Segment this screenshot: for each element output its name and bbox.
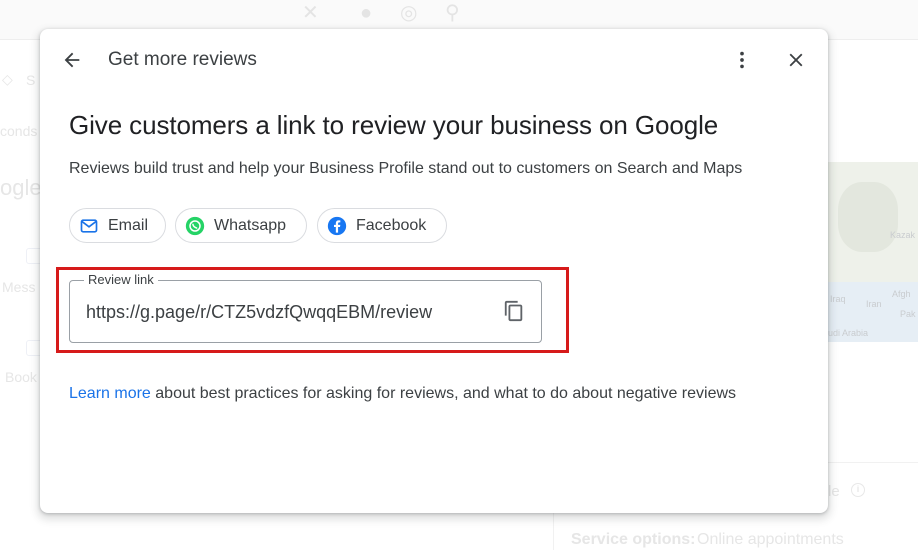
background-fragment: Mess <box>2 279 36 295</box>
background-fragment: le <box>828 483 840 500</box>
back-button[interactable] <box>56 44 88 76</box>
search-icon: ⚲ <box>445 2 460 24</box>
map-label: udi Arabia <box>828 328 869 338</box>
review-link-field: Review link <box>69 272 542 343</box>
mail-icon <box>79 216 99 236</box>
review-link-label: Review link <box>84 272 158 288</box>
background-fragment: conds <box>0 123 38 139</box>
background-map: Kazak Iraq Iran Afgh Pak udi Arabia <box>828 162 918 342</box>
copy-icon <box>504 300 523 322</box>
close-icon <box>789 53 803 67</box>
whatsapp-icon <box>185 216 205 236</box>
email-share-label: Email <box>108 216 149 234</box>
arrow-back-icon <box>64 52 80 68</box>
whatsapp-share-button[interactable]: Whatsapp <box>175 208 307 243</box>
map-label: Pak <box>900 309 916 319</box>
map-label: Afgh <box>892 289 911 299</box>
close-button[interactable] <box>780 44 812 76</box>
dialog-headline: Give customers a link to review your bus… <box>69 110 719 140</box>
review-link-input[interactable] <box>86 300 486 324</box>
facebook-share-label: Facebook <box>356 216 427 234</box>
service-options-label: Service options: <box>571 531 696 548</box>
background-fragment: S <box>26 72 36 88</box>
info-icon: i <box>851 483 865 497</box>
dialog-description: Reviews build trust and help your Busine… <box>69 160 743 177</box>
whatsapp-share-label: Whatsapp <box>214 216 287 234</box>
get-more-reviews-dialog: Get more reviews Give customers a link t… <box>40 29 828 513</box>
email-share-button[interactable]: Email <box>69 208 166 243</box>
map-label: Iraq <box>830 294 846 304</box>
learn-more-text: Learn more about best practices for aski… <box>69 383 736 405</box>
dialog-title: Get more reviews <box>108 49 257 70</box>
background-fragment: Book <box>5 369 37 385</box>
facebook-share-button[interactable]: Facebook <box>317 208 447 243</box>
map-label: Kazak <box>890 230 916 240</box>
service-options-value: Online appointments <box>697 531 844 548</box>
map-label: Iran <box>866 299 882 309</box>
background-tag-icon: ◇ <box>2 71 13 87</box>
microphone-icon: ● <box>360 2 373 24</box>
learn-more-description: about best practices for asking for revi… <box>150 385 737 402</box>
facebook-icon <box>327 216 347 236</box>
lens-icon: ◎ <box>400 2 418 24</box>
background-fragment: ogle <box>0 175 42 200</box>
more-vert-icon <box>740 51 744 69</box>
more-options-button[interactable] <box>726 44 758 76</box>
clear-icon: ✕ <box>302 2 319 24</box>
copy-link-button[interactable] <box>498 295 530 327</box>
learn-more-link[interactable]: Learn more <box>69 385 151 402</box>
